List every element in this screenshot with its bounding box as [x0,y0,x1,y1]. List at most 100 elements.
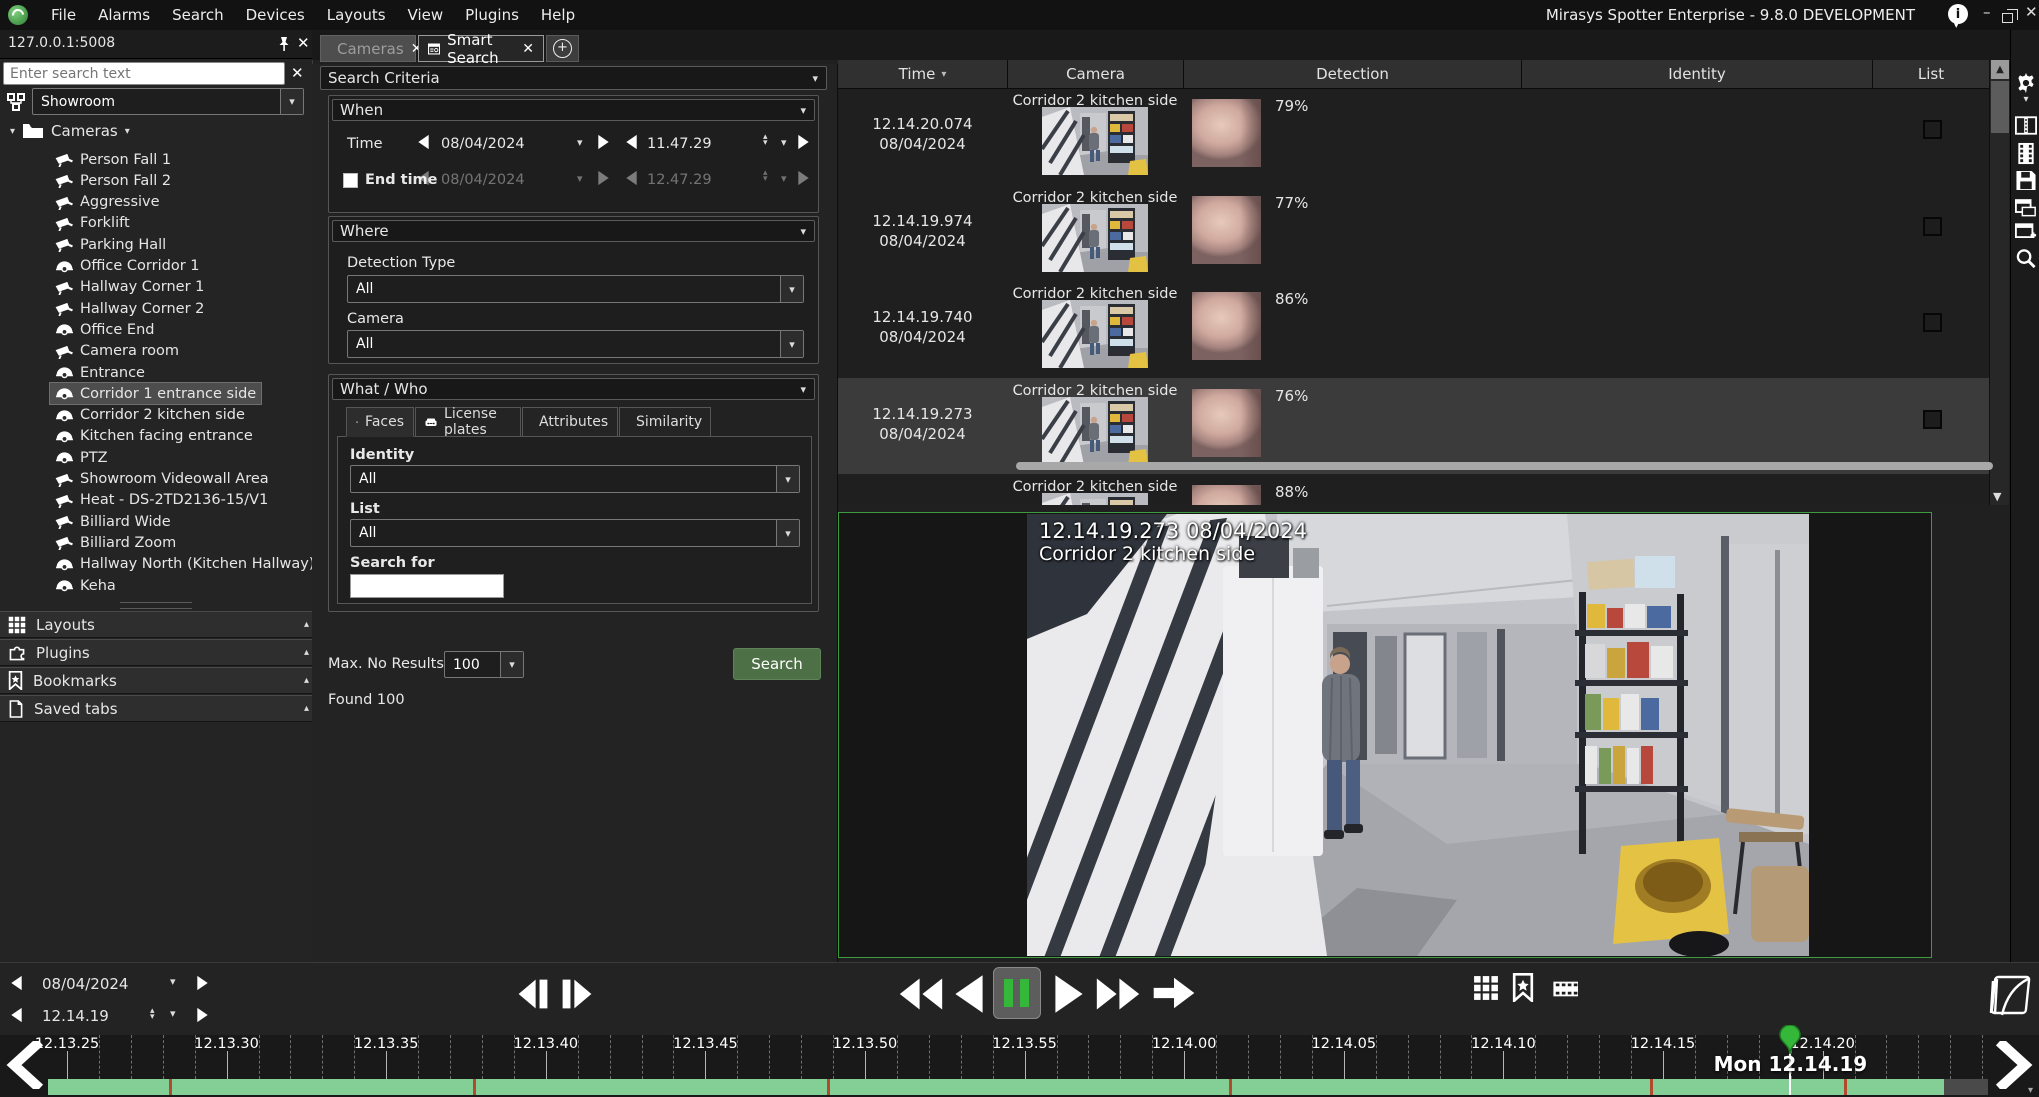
camera-tree-item[interactable]: Camera room [0,341,311,362]
chevron-down-icon[interactable] [776,520,799,546]
close-panel-icon[interactable]: ✕ [297,34,310,52]
camera-tree-item[interactable]: Entrance [0,362,311,383]
export-add-icon[interactable] [2015,222,2037,243]
collapse-icon[interactable] [304,647,309,658]
timeline[interactable]: 12.13.25 12.13.30 12.13.35 12.13.40 12.1… [0,1035,2039,1097]
prev-time-icon[interactable] [625,170,638,186]
result-thumbnail[interactable] [1042,107,1148,175]
clear-search-icon[interactable]: ✕ [291,64,304,82]
result-thumbnail[interactable] [1042,204,1148,272]
chevron-down-icon[interactable] [500,652,523,677]
profile-select[interactable]: Showroom [32,88,304,115]
prev-date-icon[interactable] [10,975,23,991]
camera-tree-item[interactable]: Corridor 1 entrance side [0,383,311,404]
time-spinner[interactable]: ▴▾ [150,1008,155,1020]
where-header[interactable]: Where [332,220,815,242]
list-select[interactable]: All [350,519,800,547]
tab-cameras[interactable]: Cameras ✕ [320,35,416,62]
horizontal-scrollbar[interactable] [1016,462,1993,470]
play-button[interactable] [1052,973,1086,1015]
detected-face-image[interactable] [1192,389,1261,457]
time-value[interactable]: 11.47.29 [647,136,712,152]
export-icon[interactable] [2015,196,2037,217]
playback-date[interactable]: 08/04/2024 [42,975,128,993]
tab-attributes[interactable]: Attributes [522,407,618,437]
time-date-value[interactable]: 08/04/2024 [441,136,525,152]
end-time-checkbox[interactable] [343,173,358,188]
camera-tree-item[interactable]: Heat - DS-2TD2136-15/V1 [0,490,311,511]
tab-faces[interactable]: Faces [346,407,414,437]
camera-tree-item[interactable]: Office End [0,319,311,340]
collapse-icon[interactable] [304,619,309,630]
camera-select[interactable]: All [347,330,804,358]
step-backward-button[interactable] [516,975,550,1013]
camera-tree-item[interactable]: Office Corridor 1 [0,256,311,277]
chevron-down-icon[interactable] [780,276,803,302]
menu-item[interactable]: Plugins [454,6,530,24]
time-dropdown-icon[interactable] [170,1007,176,1020]
grid-layout-icon[interactable] [1473,975,1499,1001]
collapse-icon[interactable] [304,675,309,686]
playback-time[interactable]: 12.14.19 [42,1007,109,1025]
camera-tree-item[interactable]: Hallway Corner 2 [0,298,311,319]
menu-item[interactable]: View [397,6,455,24]
menu-item[interactable]: Alarms [87,6,161,24]
filmstrip-icon[interactable] [2015,142,2037,165]
what-who-header[interactable]: What / Who [332,378,815,400]
filmstrip-icon[interactable] [1548,978,1578,1000]
camera-tree-item[interactable]: Aggressive [0,192,311,213]
scrollbar-thumb[interactable] [1991,81,2009,133]
video-tile[interactable]: 12.14.19.273 08/04/2024 Corridor 2 kitch… [838,512,1932,958]
chevron-down-icon[interactable] [776,466,799,492]
result-row[interactable]: 12.14.20.07408/04/2024 Corridor 2 kitche… [838,88,1989,184]
menu-item[interactable]: File [40,6,87,24]
column-camera[interactable]: Camera [1007,60,1183,88]
timeline-scroll-left-icon[interactable] [4,1041,44,1089]
sitemap-icon[interactable] [6,92,26,112]
tab-smart-search[interactable]: Smart Search ✕ [418,35,544,62]
detection-type-select[interactable]: All [347,275,804,303]
column-detection[interactable]: Detection [1183,60,1521,88]
camera-tree-item[interactable]: Showroom Videowall Area [0,469,311,490]
next-date-icon[interactable] [597,170,610,186]
fast-forward-button[interactable] [1094,973,1142,1015]
play-backward-button[interactable] [952,973,986,1015]
end-time-value[interactable]: 12.47.29 [647,172,712,188]
search-criteria-header[interactable]: Search Criteria [320,66,827,90]
camera-tree-item[interactable]: Billiard Zoom [0,532,311,553]
camera-tree-item[interactable]: Hallway Corner 1 [0,277,311,298]
search-button[interactable]: Search [733,648,821,680]
detected-face-image[interactable] [1192,196,1261,264]
timeline-scroll-right-icon[interactable] [1995,1041,2035,1089]
camera-tree-item[interactable]: PTZ [0,447,311,468]
new-tab-button[interactable]: + [546,35,579,62]
bookmark-icon[interactable] [1512,973,1534,1002]
vertical-scrollbar[interactable]: ▲ ▼ [1989,60,2009,505]
pin-icon[interactable] [276,36,292,52]
detected-face-image[interactable] [1192,99,1261,167]
result-row[interactable]: 12.14.19.74008/04/2024 Corridor 2 kitche… [838,281,1989,377]
result-row[interactable]: 12.14.19.27308/04/2024 Corridor 2 kitche… [838,378,1989,474]
identity-select[interactable]: All [350,465,800,493]
layout-film-icon[interactable] [2015,116,2037,135]
recording-band[interactable] [48,1079,1944,1095]
collapse-icon[interactable] [304,703,309,714]
detected-face-image[interactable] [1192,485,1261,505]
camera-tree-item[interactable]: Kitchen facing entrance [0,426,311,447]
menu-item[interactable]: Search [161,6,235,24]
no-recording-band[interactable] [1944,1079,1988,1095]
time-dropdown-icon[interactable] [781,172,787,185]
list-checkbox[interactable] [1923,120,1942,139]
camera-tree-item[interactable]: Hallway North (Kitchen Hallway) [0,554,311,575]
result-thumbnail[interactable] [1042,397,1148,465]
result-row[interactable]: 12.14.19.97408/04/2024 Corridor 2 kitche… [838,185,1989,281]
pause-button[interactable] [993,967,1041,1019]
sidebar-panel-plugins[interactable]: Plugins [0,639,319,666]
save-icon[interactable] [2015,170,2037,191]
date-dropdown-icon[interactable] [577,136,583,149]
date-dropdown-icon[interactable] [577,172,583,185]
search-input[interactable] [3,62,285,85]
menu-item[interactable]: Layouts [316,6,397,24]
rewind-button[interactable] [897,973,945,1015]
sidebar-panel-bookmarks[interactable]: Bookmarks [0,667,319,694]
